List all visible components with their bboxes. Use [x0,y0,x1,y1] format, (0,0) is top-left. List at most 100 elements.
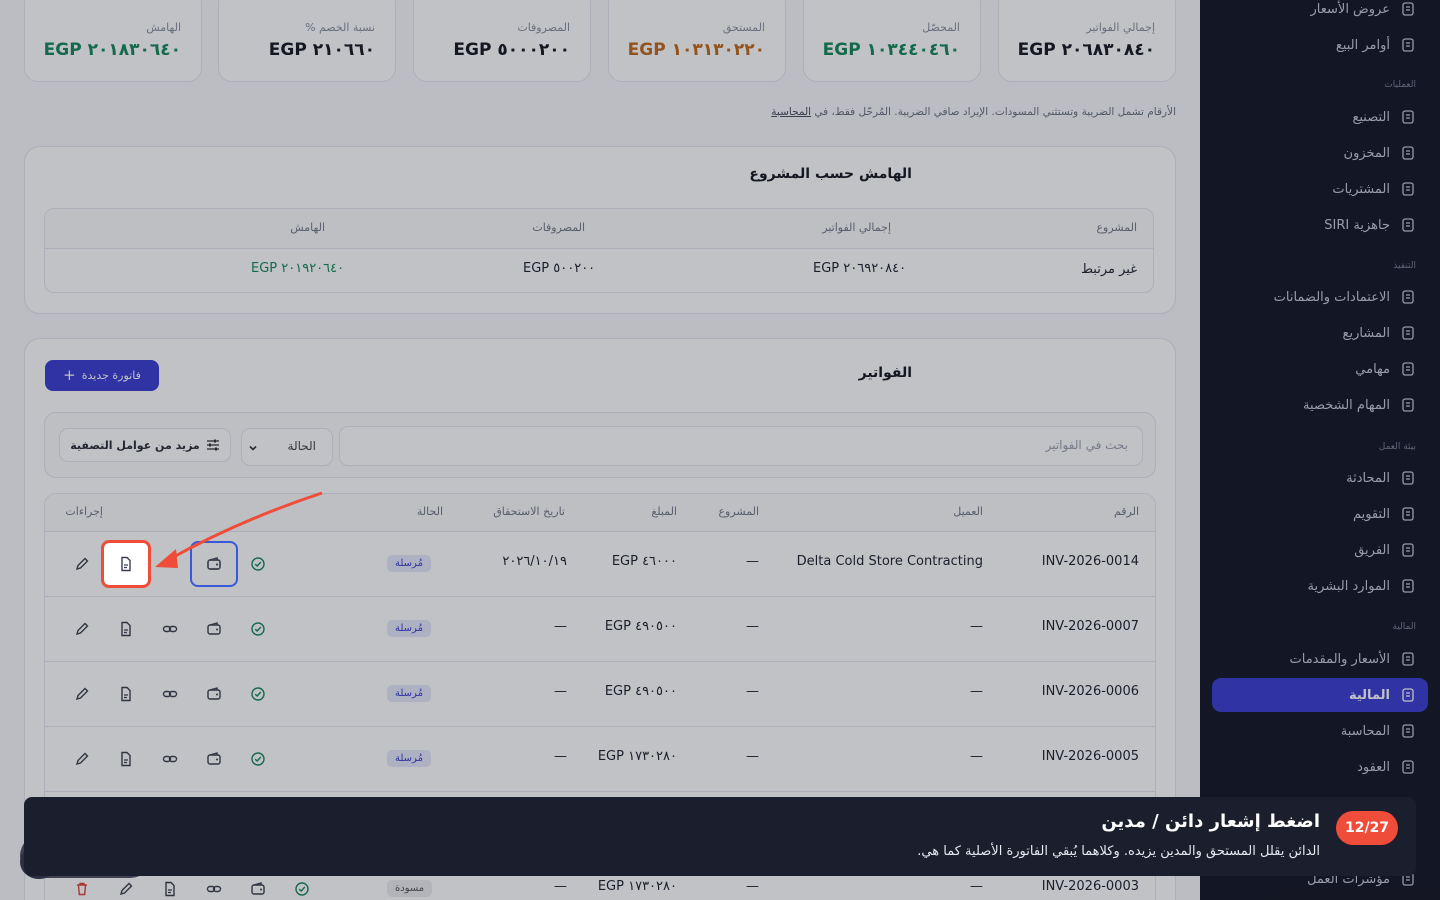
cell-expenses: EGP ٥٠٠٢٠٠ [523,261,596,276]
sidebar-item[interactable]: المحادثة [1212,461,1428,495]
wallet-icon[interactable] [206,686,224,704]
sidebar-item[interactable]: المهام الشخصية [1212,388,1428,422]
document-icon[interactable] [118,621,136,639]
kpi-value: EGP ٢١٠٦٦٠ [268,40,375,60]
users-icon [1400,542,1416,558]
kpi-value: EGP ١٠٣١٣٠٢٢٠ [627,40,765,60]
sidebar-section-label: بيئة العمل [1378,442,1416,452]
table-row[interactable]: INV-2026-0006 — — EGP ٤٩٠٥٠٠ — مُرسلة [45,662,1155,727]
link-icon[interactable] [162,751,180,769]
invoice-amount: EGP ١٧٣٠٢٨٠ [597,879,677,894]
table-row[interactable]: INV-2026-0005 — — EGP ١٧٣٠٢٨٠ — مُرسلة [45,727,1155,792]
folder-icon [1400,325,1416,341]
kpi-card-expenses: المصروفات EGP ٥٠٠٠٢٠٠ [413,0,591,82]
payment-button-highlight[interactable] [190,541,238,587]
link-icon[interactable] [206,881,224,899]
pencil-icon[interactable] [74,686,92,704]
document-icon[interactable] [118,686,136,704]
invoice-client: — [970,749,983,764]
link-icon[interactable] [162,556,180,574]
invoice-amount: EGP ١٧٣٠٢٨٠ [597,749,677,764]
document-check-icon [1400,289,1416,305]
invoice-project: — [746,554,759,569]
wallet-icon[interactable] [206,621,224,639]
wallet-icon[interactable] [250,881,268,899]
kpi-value: EGP ١٠٣٤٤٠٤٦٠ [822,40,960,60]
document-icon[interactable] [118,751,136,769]
invoice-number: INV-2026-0006 [1041,684,1139,699]
table-row[interactable]: INV-2026-0007 — — EGP ٤٩٠٥٠٠ — مُرسلة [45,597,1155,662]
tour-title: اضغط إشعار دائن / مدين [1101,811,1320,832]
check-circle-icon[interactable] [294,881,312,899]
kpi-value: EGP ٢٠٦٨٣٠٨٤٠ [1017,40,1155,60]
sidebar-item[interactable]: التقويم [1212,497,1428,531]
sidebar-item-label: الفريق [1354,542,1390,558]
filters-bar: بحث في الفواتير الحالة مزيد من عوامل الت… [44,412,1156,478]
sidebar-item[interactable]: المالية [1212,678,1428,712]
document-icon[interactable] [162,881,180,899]
sidebar-item[interactable]: الاعتمادات والضمانات [1212,280,1428,314]
accounting-link[interactable]: المحاسبة [771,106,811,118]
invoice-due-date: — [554,619,567,634]
sidebar-item[interactable]: المشتريات [1212,172,1428,206]
sidebar-item[interactable]: الفريق [1212,533,1428,567]
wallet-icon[interactable] [206,751,224,769]
kpi-label: المصروفات [517,21,570,34]
project-margin-table: المشروع إجمالي الفواتير المصروفات الهامش… [44,208,1154,293]
col-due-date: تاريخ الاستحقاق [493,505,565,518]
sidebar-item-label: الأسعار والمقدمات [1289,651,1391,667]
status-filter-select[interactable]: الحالة [241,428,333,466]
col-number: الرقم [1113,505,1139,518]
sidebar-item-label: جاهزية SIRI [1324,217,1390,233]
invoice-client: Delta Cold Store Contracting [796,554,983,569]
warehouse-icon [1400,145,1416,161]
more-filters-button[interactable]: مزيد من عوامل التصفية [59,428,231,462]
project-margin-title: الهامش حسب المشروع [749,166,912,182]
sidebar-item-label: المحادثة [1346,470,1390,486]
sidebar-item[interactable]: جاهزية SIRI [1212,208,1428,242]
contract-icon [1400,759,1416,775]
sliders-icon [206,439,219,451]
invoice-client: — [970,879,983,894]
col-actions: إجراءات [65,505,103,518]
sidebar-item[interactable]: العقود [1212,750,1428,784]
col-total-invoices: إجمالي الفواتير [822,221,891,234]
sidebar-item[interactable]: عروض الأسعار [1212,0,1428,26]
sidebar-item[interactable]: أوامر البيع [1212,28,1428,62]
sidebar-item[interactable]: المخزون [1212,136,1428,170]
credit-debit-note-button[interactable] [101,540,151,588]
trash-icon[interactable] [74,881,92,899]
cell-margin: EGP ٢٠١٩٢٠٦٤٠ [251,261,345,276]
sidebar-item[interactable]: المشاريع [1212,316,1428,350]
sidebar-item[interactable]: مهامي [1212,352,1428,386]
check-circle-icon[interactable] [250,621,268,639]
invoice-search-input[interactable]: بحث في الفواتير [339,426,1143,466]
sidebar-item[interactable]: الأسعار والمقدمات [1212,642,1428,676]
col-amount: المبلغ [651,505,677,518]
invoice-client: — [970,684,983,699]
link-icon[interactable] [162,686,180,704]
check-circle-icon[interactable] [250,686,268,704]
invoice-due-date: ٢٠٢٦/١٠/١٩ [502,554,567,569]
clipboard-check-icon [1400,37,1416,53]
clipboard-icon [1400,397,1416,413]
search-placeholder: بحث في الفواتير [1045,438,1128,452]
pencil-icon[interactable] [74,751,92,769]
file-icon [1400,1,1416,17]
col-project: المشروع [718,505,759,518]
sidebar-item[interactable]: التصنيع [1212,100,1428,134]
pencil-icon[interactable] [74,621,92,639]
invoices-title: الفواتير [858,365,912,381]
col-project: المشروع [1096,221,1137,234]
sidebar-item[interactable]: المحاسبة [1212,714,1428,748]
kpi-value: EGP ٥٠٠٠٢٠٠ [453,40,570,60]
pencil-icon[interactable] [118,881,136,899]
pencil-icon[interactable] [74,556,92,574]
new-invoice-button[interactable]: فاتورة جديدة + [45,360,159,391]
user-gear-icon [1400,578,1416,594]
invoice-client: — [970,619,983,634]
sidebar-item[interactable]: الموارد البشرية [1212,569,1428,603]
check-circle-icon[interactable] [250,556,268,574]
link-icon[interactable] [162,621,180,639]
check-circle-icon[interactable] [250,751,268,769]
